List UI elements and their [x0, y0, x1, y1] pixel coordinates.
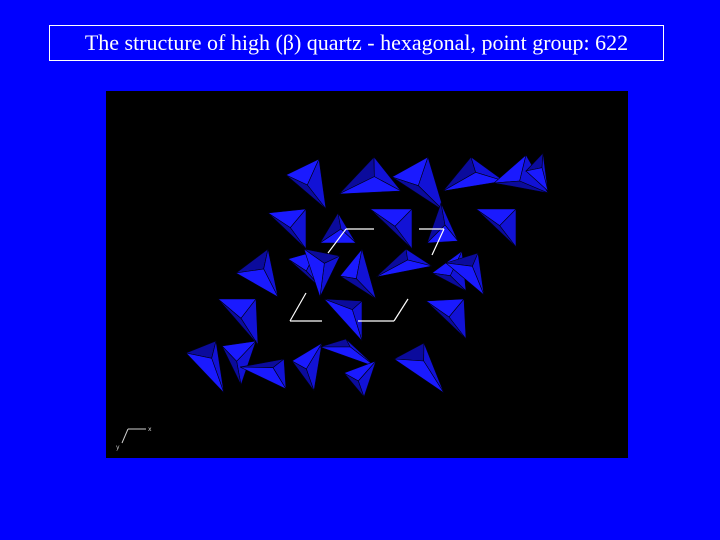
axis-indicator: x y — [116, 426, 152, 451]
cell-edge-5 — [289, 292, 307, 322]
tetrahedron-27-face-a — [392, 342, 425, 362]
tetrahedron-25-face-a — [319, 338, 351, 348]
crystal-structure: x y — [116, 152, 549, 451]
structure-viewer: x y — [106, 91, 628, 458]
slide-title: The structure of high (β) quartz - hexag… — [49, 25, 664, 61]
axis-y-label: y — [116, 444, 120, 451]
cell-edge-8 — [393, 298, 409, 322]
axis-x-label: x — [148, 426, 152, 433]
tetrahedra-group — [184, 152, 549, 398]
